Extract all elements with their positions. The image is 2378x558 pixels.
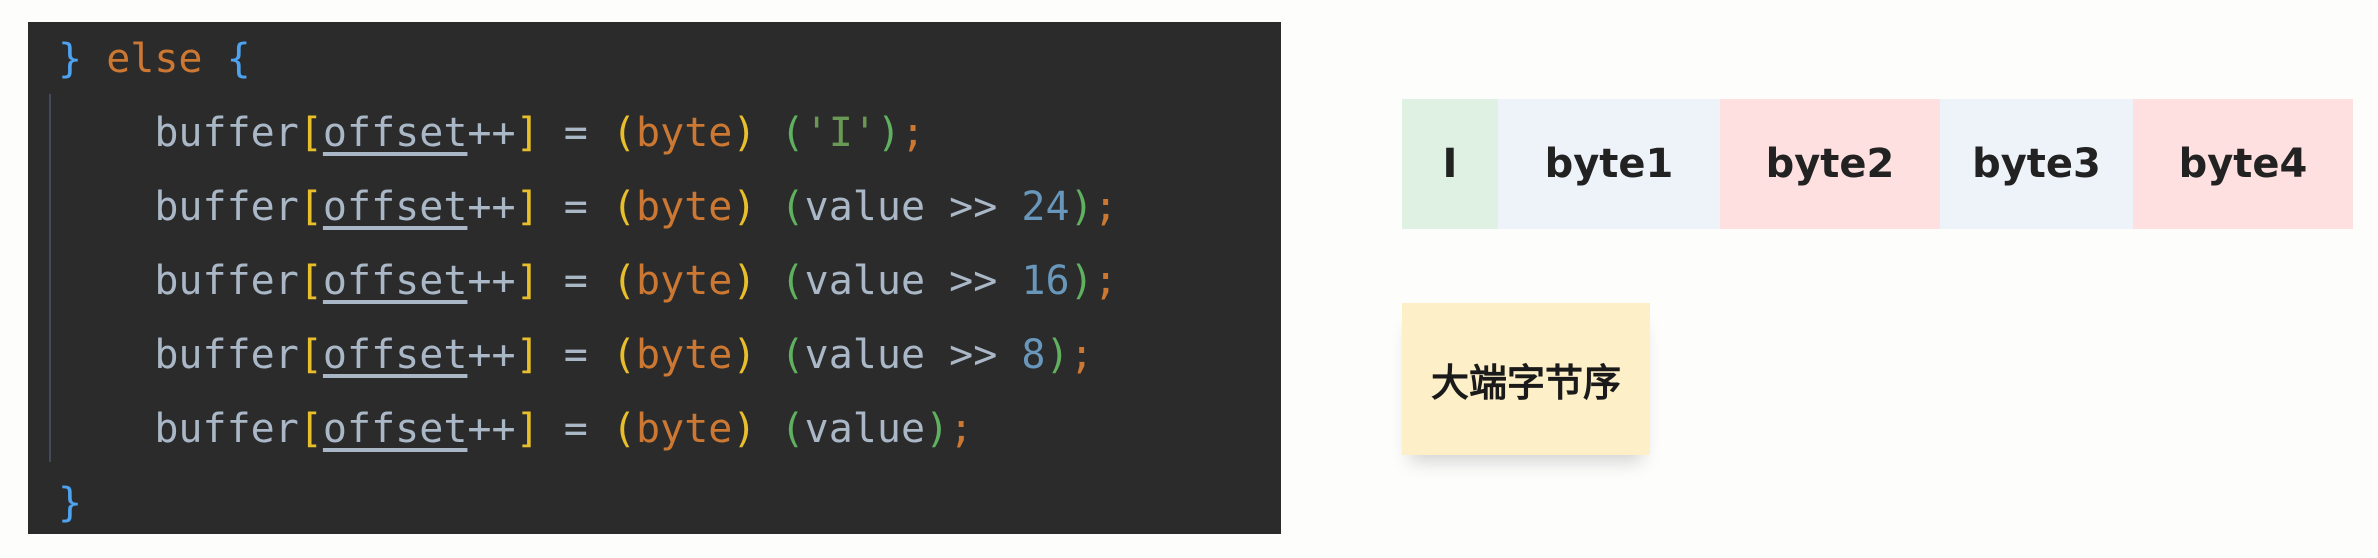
code-line-close: } — [58, 466, 82, 540]
buffer-identifier: buffer — [154, 406, 299, 452]
value-identifier: value — [804, 406, 926, 452]
expr-close-paren: ) — [876, 110, 901, 156]
left-bracket: [ — [298, 258, 323, 304]
expr-open-paren: ( — [780, 184, 805, 230]
offset-field: offset — [322, 258, 468, 304]
open-brace: { — [226, 36, 251, 82]
cast-close-paren: ) — [732, 110, 757, 156]
byte-cell-4: byte4 — [2133, 99, 2353, 229]
close-brace: } — [58, 36, 83, 82]
byte-cell-2: byte2 — [1720, 99, 1940, 229]
right-bracket: ] — [515, 332, 540, 378]
expr-close-paren: ) — [1045, 332, 1070, 378]
expr-open-paren: ( — [780, 258, 805, 304]
semicolon: ; — [1069, 332, 1094, 378]
semicolon: ; — [949, 406, 974, 452]
code-line-4: buffer[offset++] = (byte) (value >> 8); — [58, 318, 1094, 392]
cast-open-paren: ( — [611, 258, 637, 304]
big-endian-note: 大端字节序 — [1402, 303, 1650, 455]
right-bracket: ] — [515, 406, 540, 452]
shift-amount: 24 — [1021, 184, 1070, 230]
cast-close-paren: ) — [732, 184, 757, 230]
indent-guide — [49, 94, 51, 462]
right-bracket: ] — [515, 110, 540, 156]
cast-open-paren: ( — [611, 184, 637, 230]
left-bracket: [ — [298, 406, 323, 452]
expr-open-paren: ( — [780, 406, 805, 452]
shift-expression: value >> — [804, 332, 1022, 378]
code-line-2: buffer[offset++] = (byte) (value >> 24); — [58, 170, 1118, 244]
byte-cell-1: byte1 — [1498, 99, 1720, 229]
expr-open-paren: ( — [780, 332, 805, 378]
char-literal: 'I' — [804, 110, 877, 156]
code-line-5: buffer[offset++] = (byte) (value); — [58, 392, 973, 466]
code-line-3: buffer[offset++] = (byte) (value >> 16); — [58, 244, 1118, 318]
left-bracket: [ — [298, 332, 323, 378]
expr-close-paren: ) — [1069, 258, 1094, 304]
assign-operator: = — [539, 258, 612, 304]
byte-cell-marker: I — [1402, 99, 1498, 229]
else-keyword: else — [106, 36, 203, 82]
buffer-identifier: buffer — [154, 110, 299, 156]
assign-operator: = — [539, 184, 612, 230]
increment-operator: ++ — [467, 258, 516, 304]
byte-cell-3: byte3 — [1940, 99, 2133, 229]
byte-type: byte — [636, 332, 733, 378]
offset-field: offset — [322, 110, 468, 156]
right-bracket: ] — [515, 184, 540, 230]
buffer-identifier: buffer — [154, 332, 299, 378]
assign-operator: = — [539, 110, 612, 156]
shift-expression: value >> — [804, 184, 1022, 230]
expr-close-paren: ) — [1069, 184, 1094, 230]
cast-close-paren: ) — [732, 332, 757, 378]
byte-type: byte — [636, 258, 733, 304]
cast-open-paren: ( — [611, 406, 637, 452]
shift-amount: 16 — [1021, 258, 1070, 304]
byte-type: byte — [636, 406, 733, 452]
offset-field: offset — [322, 184, 468, 230]
increment-operator: ++ — [467, 406, 516, 452]
left-bracket: [ — [298, 110, 323, 156]
code-editor: } else { buffer[offset++] = (byte) ('I')… — [28, 22, 1281, 534]
semicolon: ; — [1093, 184, 1118, 230]
cast-open-paren: ( — [611, 110, 637, 156]
byte-type: byte — [636, 110, 733, 156]
byte-layout-row: I byte1 byte2 byte3 byte4 — [1402, 99, 2353, 229]
assign-operator: = — [539, 406, 612, 452]
buffer-identifier: buffer — [154, 258, 299, 304]
offset-field: offset — [322, 332, 468, 378]
code-line-1: buffer[offset++] = (byte) ('I'); — [58, 96, 925, 170]
increment-operator: ++ — [467, 184, 516, 230]
close-brace: } — [58, 480, 83, 526]
shift-amount: 8 — [1021, 332, 1046, 378]
cast-close-paren: ) — [732, 258, 757, 304]
increment-operator: ++ — [467, 332, 516, 378]
increment-operator: ++ — [467, 110, 516, 156]
offset-field: offset — [322, 406, 468, 452]
right-bracket: ] — [515, 258, 540, 304]
assign-operator: = — [539, 332, 612, 378]
cast-open-paren: ( — [611, 332, 637, 378]
buffer-identifier: buffer — [154, 184, 299, 230]
code-line-else: } else { — [58, 22, 251, 96]
expr-close-paren: ) — [925, 406, 950, 452]
cast-close-paren: ) — [732, 406, 757, 452]
byte-type: byte — [636, 184, 733, 230]
semicolon: ; — [1093, 258, 1118, 304]
left-bracket: [ — [298, 184, 323, 230]
semicolon: ; — [900, 110, 926, 156]
shift-expression: value >> — [804, 258, 1022, 304]
expr-open-paren: ( — [780, 110, 805, 156]
